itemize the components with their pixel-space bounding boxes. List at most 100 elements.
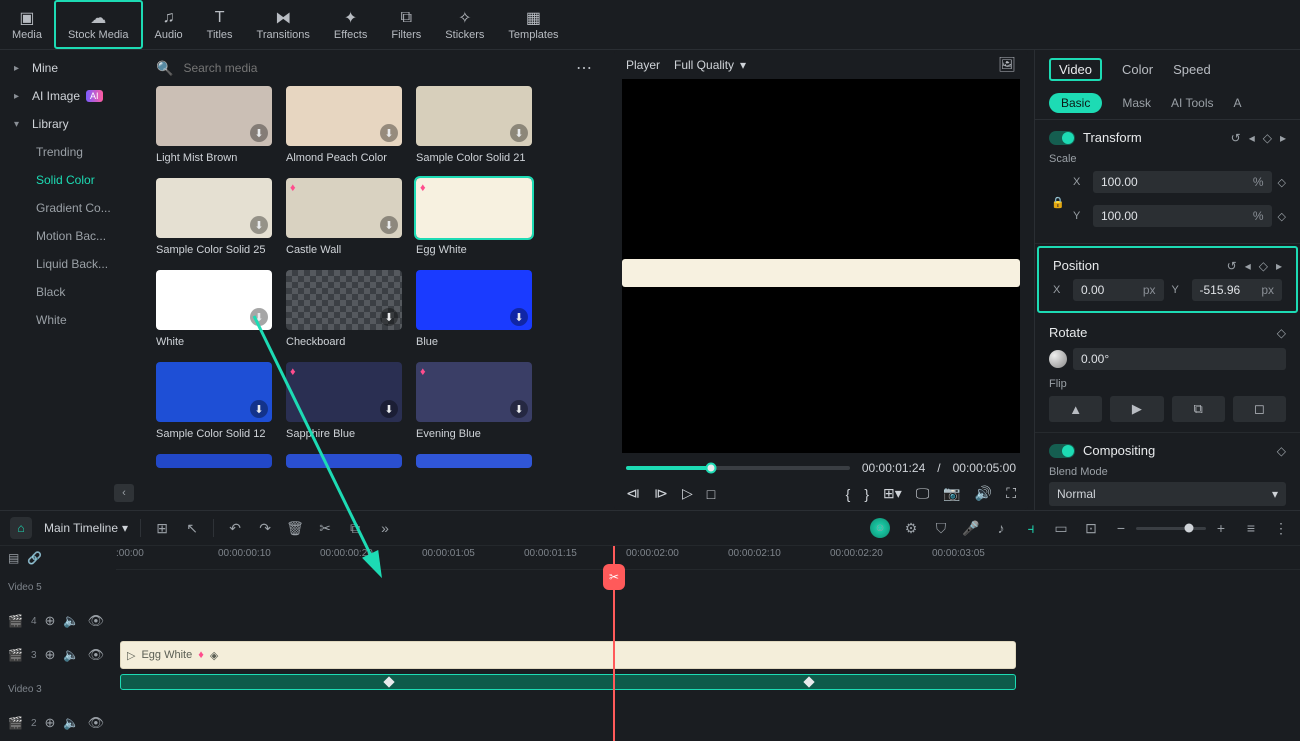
play-button[interactable]: ▷ — [682, 485, 693, 502]
download-icon[interactable]: ⬇ — [250, 308, 268, 326]
fullscreen-button[interactable]: ⛶ — [1006, 485, 1016, 502]
download-icon[interactable]: ⬇ — [510, 124, 528, 142]
thumb-sapphire[interactable]: ⬇♦ — [286, 362, 402, 422]
kf-scale-y[interactable]: ◇ — [1278, 210, 1286, 223]
mute-track-icon[interactable]: 🔈 — [63, 613, 79, 629]
sidebar-sub-liquid[interactable]: Liquid Back... — [0, 250, 142, 278]
mute-track-icon[interactable]: 🔈 — [63, 715, 79, 731]
tab-audio[interactable]: ♫Audio — [143, 0, 195, 49]
time-ruler[interactable]: :00:0000:00:00:1000:00:00:2000:00:01:050… — [116, 546, 1300, 570]
blend-select[interactable]: Normal▾ — [1049, 482, 1286, 506]
download-icon[interactable]: ⬇ — [510, 400, 528, 418]
download-icon[interactable]: ⬇ — [380, 400, 398, 418]
rtab-video[interactable]: Video — [1049, 58, 1102, 81]
collapse-sidebar-button[interactable]: ‹ — [114, 484, 134, 502]
kf-next-icon[interactable]: ▸ — [1280, 131, 1286, 145]
eye-icon[interactable]: 👁 — [88, 613, 105, 629]
mark-out-button[interactable]: } — [864, 486, 869, 502]
pos-y-input[interactable]: -515.96px — [1192, 279, 1283, 301]
flip-3-button[interactable]: ⧉ — [1172, 396, 1225, 422]
mute-track-icon[interactable]: 🔈 — [63, 647, 79, 663]
tab-filters[interactable]: ⧉Filters — [379, 0, 433, 49]
display-button[interactable]: 🖵 — [916, 485, 930, 502]
thumb-evening[interactable]: ⬇♦ — [416, 362, 532, 422]
tl-more-icon[interactable]: ⋮ — [1272, 520, 1290, 537]
download-icon[interactable]: ⬇ — [250, 216, 268, 234]
search-input[interactable] — [183, 61, 566, 75]
tl-mic-icon[interactable]: 🎤 — [962, 520, 980, 537]
reset-transform-icon[interactable]: ↺ — [1231, 131, 1241, 145]
more-options-button[interactable]: ⋯ — [576, 58, 594, 78]
eye-icon[interactable]: 👁 — [88, 647, 105, 663]
sidebar-mine[interactable]: ▸Mine — [0, 54, 142, 82]
download-icon[interactable]: ⬇ — [380, 308, 398, 326]
zoom-in-button[interactable]: + — [1212, 520, 1230, 536]
track-v4[interactable]: 🎬4⊕🔈👁 — [0, 604, 116, 638]
kf-next-pos-icon[interactable]: ▸ — [1276, 259, 1282, 273]
track-v2[interactable]: 🎬2⊕🔈👁 — [0, 706, 116, 740]
rtab-color[interactable]: Color — [1122, 62, 1153, 77]
thumb-almond[interactable]: ⬇ — [286, 86, 402, 146]
tl-snap-icon[interactable]: ⫞ — [1022, 520, 1040, 537]
lock-icon[interactable]: 🔒 — [1049, 171, 1067, 233]
mark-in-button[interactable]: { — [846, 486, 851, 502]
kf-rotate[interactable]: ◇ — [1277, 326, 1286, 340]
tl-marker-icon[interactable]: ▭ — [1052, 520, 1070, 537]
pos-x-input[interactable]: 0.00px — [1073, 279, 1164, 301]
clip-egg-white[interactable]: ▷ Egg White ♦ ◈ — [120, 641, 1016, 669]
tab-titles[interactable]: TTitles — [195, 0, 245, 49]
thumb-solid21[interactable]: ⬇ — [416, 86, 532, 146]
rotate-dial[interactable] — [1049, 350, 1067, 368]
thumb-solid12[interactable]: ⬇ — [156, 362, 272, 422]
volume-button[interactable]: 🔊 — [975, 485, 992, 502]
flip-4-button[interactable]: ◻ — [1233, 396, 1286, 422]
sidebar-sub-black[interactable]: Black — [0, 278, 142, 306]
sidebar-sub-white[interactable]: White — [0, 306, 142, 334]
playhead[interactable]: ✂ — [613, 546, 615, 741]
download-icon[interactable]: ⬇ — [380, 124, 398, 142]
subtab-a[interactable]: A — [1233, 96, 1241, 110]
tl-music-icon[interactable]: ♪ — [992, 520, 1010, 536]
tab-media[interactable]: ▣Media — [0, 0, 54, 49]
snapshot-icon[interactable]: 🖼 — [998, 56, 1016, 73]
sidebar-library[interactable]: ▾Library — [0, 110, 142, 138]
thumb-blue[interactable]: ⬇ — [416, 270, 532, 330]
compositing-toggle[interactable] — [1049, 444, 1075, 458]
kf-add-pos-icon[interactable]: ◇ — [1259, 259, 1268, 273]
tl-shield-icon[interactable]: ⛉ — [932, 520, 950, 537]
thumb-white[interactable]: ⬇ — [156, 270, 272, 330]
kf-compositing[interactable]: ◇ — [1277, 444, 1286, 458]
thumb-solid25[interactable]: ⬇ — [156, 178, 272, 238]
thumb-p1[interactable] — [156, 454, 272, 468]
aspect-button[interactable]: ⊞▾ — [883, 485, 902, 502]
grid-icon[interactable]: ⊞ — [153, 520, 171, 537]
main-timeline-select[interactable]: Main Timeline ▾ — [44, 521, 128, 535]
prev-frame-button[interactable]: ⧏ — [626, 485, 640, 502]
tl-screen-icon[interactable]: ⊡ — [1082, 520, 1100, 537]
download-icon[interactable]: ⬇ — [380, 216, 398, 234]
add-track-icon[interactable]: ⊕ — [45, 613, 56, 629]
zoom-slider[interactable] — [1136, 527, 1206, 530]
scale-y-input[interactable]: 100.00% — [1093, 205, 1272, 227]
reset-position-icon[interactable]: ↺ — [1227, 259, 1237, 273]
thumb-p2[interactable] — [286, 454, 402, 468]
rtab-speed[interactable]: Speed — [1173, 62, 1211, 77]
preview-canvas[interactable] — [622, 79, 1020, 453]
kf-prev-pos-icon[interactable]: ◂ — [1245, 259, 1251, 273]
undo-button[interactable]: ↶ — [226, 520, 244, 537]
add-track-icon[interactable]: ⊕ — [45, 647, 56, 663]
sidebar-sub-motion[interactable]: Motion Bac... — [0, 222, 142, 250]
thumb-checkboard[interactable]: ⬇ — [286, 270, 402, 330]
track-v3[interactable]: 🎬3⊕🔈👁 — [0, 638, 116, 672]
add-track-icon[interactable]: ⊕ — [45, 715, 56, 731]
zoom-out-button[interactable]: − — [1112, 520, 1130, 536]
camera-icon[interactable]: 📷 — [943, 485, 960, 502]
flip-v-button[interactable]: ▶ — [1110, 396, 1163, 422]
quality-select[interactable]: Full Quality▾ — [674, 58, 746, 72]
sidebar-ai-image[interactable]: ▸AI ImageAI — [0, 82, 142, 110]
playhead-grip-icon[interactable]: ✂ — [603, 564, 625, 590]
thumb-p3[interactable] — [416, 454, 532, 468]
tab-templates[interactable]: ▦Templates — [496, 0, 570, 49]
sidebar-sub-gradient[interactable]: Gradient Co... — [0, 194, 142, 222]
track-link-icon[interactable]: 🔗 — [27, 551, 42, 565]
